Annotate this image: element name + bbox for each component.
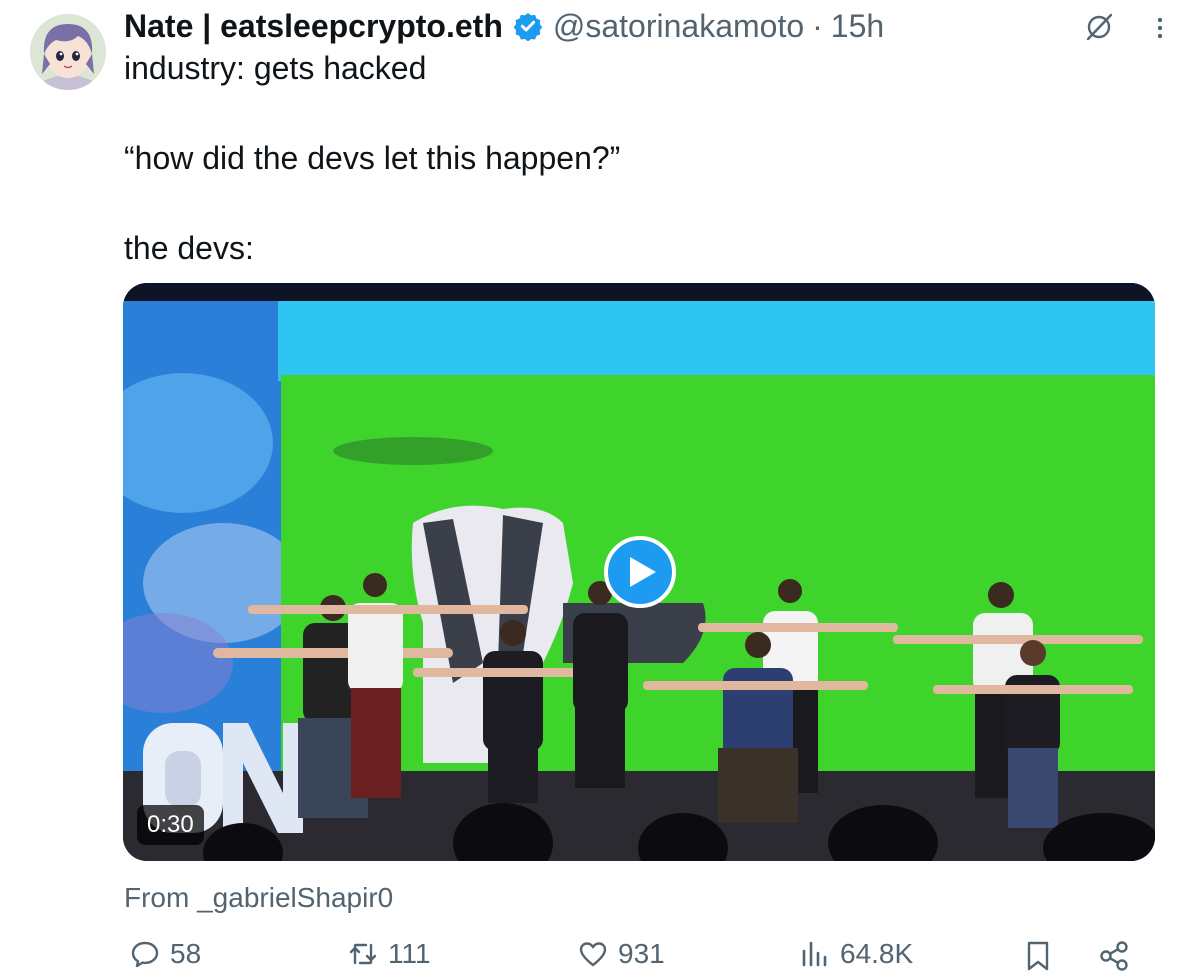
tweet-card[interactable]: Nate | eatsleepcrypto.eth @satorinakamot… [0,0,1200,979]
display-name[interactable]: Nate | eatsleepcrypto.eth [124,6,503,46]
like-button[interactable]: 931 [578,934,665,974]
video-duration: 0:30 [137,805,204,845]
avatar[interactable] [30,14,106,90]
tweet-text-line: industry: gets hacked [124,50,427,86]
reply-count: 58 [170,938,202,969]
reply-icon [131,941,159,968]
reply-button[interactable]: 58 [130,934,201,974]
tweet-text-line: the devs: [124,230,254,266]
timestamp[interactable]: 15h [831,6,884,46]
video-source-link[interactable]: From _gabrielShapir0 [124,878,393,918]
more-options-icon[interactable] [1150,12,1170,44]
retweet-button[interactable]: 111 [348,934,431,974]
bookmark-icon [1027,941,1049,971]
tweet-header: Nate | eatsleepcrypto.eth @satorinakamot… [124,6,884,46]
bookmark-button[interactable] [1024,940,1052,972]
heart-icon [579,942,607,967]
share-icon [1100,941,1128,971]
views-count: 64.8K [840,938,914,969]
like-count: 931 [618,938,665,969]
analytics-icon [802,941,827,967]
retweet-icon [349,943,377,965]
handle[interactable]: @satorinakamoto [553,6,804,46]
video-player[interactable]: 0:30 [123,283,1155,861]
views-button[interactable]: 64.8K [800,934,913,974]
share-button[interactable] [1098,940,1130,972]
verified-badge-icon[interactable] [513,11,543,41]
tweet-text-line: “how did the devs let this happen?” [124,140,621,176]
retweet-count: 111 [388,938,431,969]
play-icon [629,557,656,587]
play-button[interactable] [604,536,676,608]
grok-icon[interactable] [1084,12,1114,42]
separator-dot: · [812,8,823,44]
